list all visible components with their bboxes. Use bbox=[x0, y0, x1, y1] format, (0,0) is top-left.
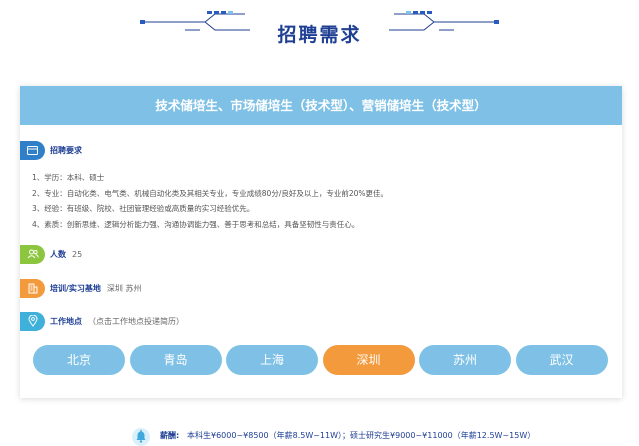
city-button-wuhan[interactable]: 武汉 bbox=[515, 345, 608, 375]
requirements-list: 1、学历：本科、硕士 2、专业：自动化类、电气类、机械自动化类及其相关专业，专业… bbox=[32, 170, 388, 232]
city-button-shanghai[interactable]: 上海 bbox=[226, 345, 318, 375]
training-section: 培训/实习基地 深圳 苏州 bbox=[20, 278, 141, 298]
city-button-suzhou[interactable]: 苏州 bbox=[419, 345, 511, 375]
training-value: 深圳 苏州 bbox=[106, 283, 142, 293]
list-item: 1、学历：本科、硕士 bbox=[32, 173, 105, 182]
requirements-label: 招聘要求 bbox=[50, 145, 82, 155]
list-item: 4、素质：创新思维、逻辑分析能力强、沟通协调能力强、善于思考和总结，具备坚韧性与… bbox=[32, 219, 360, 229]
building-icon bbox=[20, 278, 45, 298]
location-section: 工作地点 （点击工作地点投递简历） bbox=[20, 311, 184, 331]
list-item: 2、专业：自动化类、电气类、机械自动化类及其相关专业，专业成绩80分/良好及以上… bbox=[32, 188, 389, 198]
city-button-beijing[interactable]: 北京 bbox=[33, 345, 125, 375]
list-item: 3、经验：有班级、院校、社团管理经验或高质量的实习经验优先。 bbox=[32, 204, 255, 213]
job-title: 技术储培生、市场储培生（技术型）、营销储培生（技术型） bbox=[20, 86, 622, 125]
requirements-section: 招聘要求 bbox=[20, 140, 82, 160]
headcount-label: 人数 bbox=[50, 249, 66, 259]
headcount-section: 人数 25 bbox=[20, 244, 82, 264]
card-icon bbox=[20, 140, 45, 160]
job-card: 技术储培生、市场储培生（技术型）、营销储培生（技术型） 招聘要求 1、学历：本科… bbox=[20, 86, 622, 398]
bell-icon bbox=[132, 428, 150, 446]
city-button-qingdao[interactable]: 青岛 bbox=[129, 345, 222, 375]
city-button-shenzhen[interactable]: 深圳 bbox=[322, 345, 415, 375]
city-buttons: 北京 青岛 上海 深圳 苏州 武汉 bbox=[33, 345, 608, 375]
location-pin-icon bbox=[20, 311, 45, 331]
training-label: 培训/实习基地 bbox=[50, 283, 101, 293]
location-label: 工作地点 bbox=[50, 316, 82, 326]
people-icon bbox=[20, 244, 45, 264]
salary-text: 本科生¥6000~¥8500（年薪8.5W~11W）；硕士研究生¥9000~¥1… bbox=[187, 431, 536, 440]
headcount-value: 25 bbox=[72, 249, 83, 259]
page-title: 招聘需求 bbox=[277, 24, 362, 46]
location-hint: （点击工作地点投递简历） bbox=[88, 316, 184, 326]
salary-label: 薪酬: bbox=[160, 431, 180, 440]
